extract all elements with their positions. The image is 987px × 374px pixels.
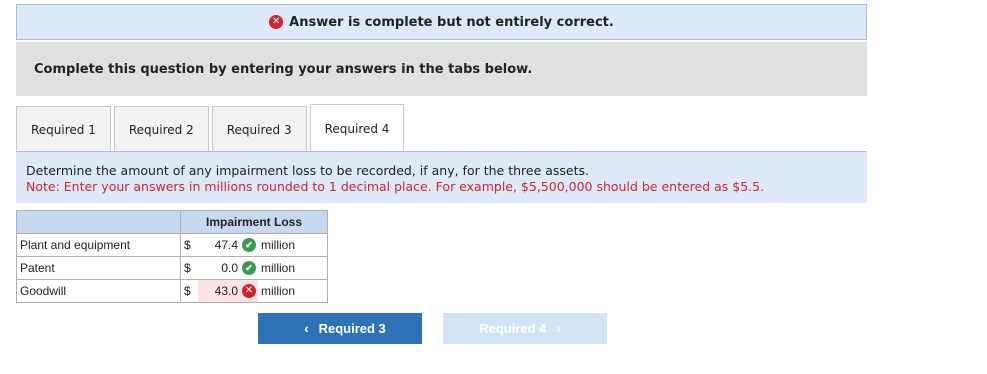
tab-bar: Required 1 Required 2 Required 3 Require… xyxy=(16,104,407,152)
table-header-blank xyxy=(16,210,181,234)
impairment-loss-table: Impairment Loss Plant and equipment $ 47… xyxy=(16,210,328,303)
next-required-4-button[interactable]: Required 4 › xyxy=(443,313,607,344)
question-note: Note: Enter your answers in millions rou… xyxy=(26,179,765,194)
next-button-label: Required 4 xyxy=(479,321,547,336)
instruction-bar: Complete this question by entering your … xyxy=(16,42,867,96)
unit-label: million xyxy=(258,233,328,257)
tab-required-2[interactable]: Required 2 xyxy=(113,106,209,152)
goodwill-input[interactable]: 43.0 ✕ xyxy=(198,279,258,303)
unit-label: million xyxy=(258,256,328,280)
chevron-right-icon: › xyxy=(556,321,561,336)
feedback-banner-text: Answer is complete but not entirely corr… xyxy=(289,14,614,30)
table-row: Goodwill $ 43.0 ✕ million xyxy=(16,279,328,303)
correct-check-icon: ✔ xyxy=(242,238,256,253)
instruction-text: Complete this question by entering your … xyxy=(34,61,533,77)
previous-required-3-button[interactable]: ‹ Required 3 xyxy=(258,313,422,344)
incorrect-x-icon: ✕ xyxy=(242,284,256,299)
question-prompt: Determine the amount of any impairment l… xyxy=(26,163,589,178)
feedback-banner: ✕ Answer is complete but not entirely co… xyxy=(16,4,867,40)
table-row: Plant and equipment $ 47.4 ✔ million xyxy=(16,233,328,257)
row-label: Goodwill xyxy=(16,279,181,303)
input-value: 43.0 xyxy=(214,283,238,298)
currency-symbol: $ xyxy=(180,256,198,280)
tab-required-1[interactable]: Required 1 xyxy=(16,106,111,152)
currency-symbol: $ xyxy=(180,233,198,257)
table-row: Patent $ 0.0 ✔ million xyxy=(16,256,328,280)
plant-equipment-input[interactable]: 47.4 ✔ xyxy=(198,233,258,257)
tab-required-3[interactable]: Required 3 xyxy=(211,106,307,152)
row-label: Plant and equipment xyxy=(16,233,181,257)
unit-label: million xyxy=(258,279,328,303)
correct-check-icon: ✔ xyxy=(242,261,256,276)
chevron-left-icon: ‹ xyxy=(304,321,309,336)
input-value: 0.0 xyxy=(221,260,238,275)
input-value: 47.4 xyxy=(214,237,238,252)
table-header-impairment-loss: Impairment Loss xyxy=(180,210,328,234)
question-box: Determine the amount of any impairment l… xyxy=(16,151,867,203)
error-x-icon: ✕ xyxy=(269,15,284,29)
currency-symbol: $ xyxy=(180,279,198,303)
prev-button-label: Required 3 xyxy=(318,321,386,336)
tab-required-4[interactable]: Required 4 xyxy=(309,104,405,152)
patent-input[interactable]: 0.0 ✔ xyxy=(198,256,258,280)
row-label: Patent xyxy=(16,256,181,280)
